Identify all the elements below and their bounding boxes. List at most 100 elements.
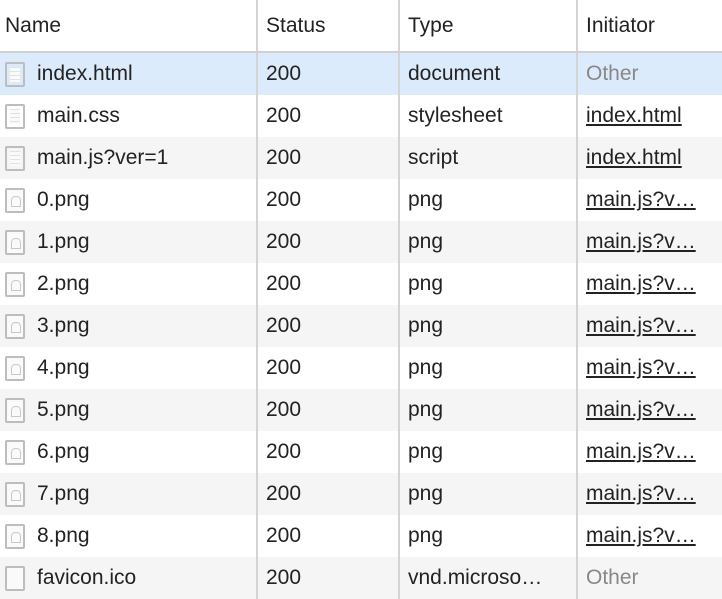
request-name: 7.png (37, 481, 90, 505)
initiator-text: Other (586, 566, 639, 589)
cell-status: 200 (256, 389, 399, 431)
request-name: 2.png (37, 271, 90, 295)
cell-status: 200 (256, 347, 399, 389)
cell-initiator: main.js?v… (576, 221, 722, 263)
cell-type: png (398, 263, 577, 305)
initiator-link[interactable]: main.js?v… (586, 482, 696, 505)
cell-initiator: main.js?v… (576, 263, 722, 305)
cell-type: stylesheet (398, 95, 577, 137)
cell-name: main.js?ver=1 (0, 137, 257, 179)
cell-type: png (398, 515, 577, 557)
cell-initiator: main.js?v… (576, 347, 722, 389)
cell-status: 200 (256, 221, 399, 263)
column-header-name[interactable]: Name (0, 0, 257, 53)
table-row[interactable]: 8.png 200 png main.js?v… (0, 515, 722, 557)
request-name: 8.png (37, 523, 90, 547)
initiator-link[interactable]: index.html (586, 104, 682, 127)
cell-initiator: main.js?v… (576, 305, 722, 347)
image-file-icon (5, 397, 25, 423)
request-name: 4.png (37, 355, 90, 379)
initiator-link[interactable]: main.js?v… (586, 272, 696, 295)
cell-type: png (398, 179, 577, 221)
cell-initiator: index.html (576, 95, 722, 137)
table-row[interactable]: 7.png 200 png main.js?v… (0, 473, 722, 515)
initiator-link[interactable]: main.js?v… (586, 440, 696, 463)
image-file-icon (5, 439, 25, 465)
cell-initiator: Other (576, 52, 722, 95)
request-name: 3.png (37, 313, 90, 337)
cell-type: document (398, 52, 577, 95)
table-row[interactable]: 2.png 200 png main.js?v… (0, 263, 722, 305)
request-name: main.css (37, 103, 120, 127)
cell-name: 0.png (0, 179, 257, 221)
cell-name: 8.png (0, 515, 257, 557)
cell-status: 200 (256, 473, 399, 515)
column-header-type[interactable]: Type (398, 0, 577, 53)
request-name: 5.png (37, 397, 90, 421)
document-file-icon (5, 103, 25, 129)
request-name: 6.png (37, 439, 90, 463)
image-file-icon (5, 271, 25, 297)
table-row[interactable]: 0.png 200 png main.js?v… (0, 179, 722, 221)
cell-status: 200 (256, 263, 399, 305)
initiator-link[interactable]: main.js?v… (586, 314, 696, 337)
cell-name: 3.png (0, 305, 257, 347)
cell-name: 4.png (0, 347, 257, 389)
initiator-link[interactable]: main.js?v… (586, 398, 696, 421)
cell-initiator: Other (576, 557, 722, 599)
cell-type: script (398, 137, 577, 179)
request-name: favicon.ico (37, 565, 137, 589)
cell-initiator: main.js?v… (576, 179, 722, 221)
initiator-text: Other (586, 62, 639, 85)
cell-name: favicon.ico (0, 557, 257, 599)
request-name: index.html (37, 61, 133, 85)
table-row[interactable]: 4.png 200 png main.js?v… (0, 347, 722, 389)
table-row[interactable]: 6.png 200 png main.js?v… (0, 431, 722, 473)
cell-type: png (398, 431, 577, 473)
column-header-status[interactable]: Status (256, 0, 399, 53)
table-row[interactable]: index.html 200 document Other (0, 52, 722, 95)
image-file-icon (5, 481, 25, 507)
cell-initiator: index.html (576, 137, 722, 179)
column-header-initiator[interactable]: Initiator (576, 0, 722, 53)
request-name: 1.png (37, 229, 90, 253)
cell-status: 200 (256, 95, 399, 137)
cell-type: png (398, 305, 577, 347)
document-file-icon (5, 61, 25, 87)
cell-status: 200 (256, 137, 399, 179)
initiator-link[interactable]: main.js?v… (586, 188, 696, 211)
cell-initiator: main.js?v… (576, 515, 722, 557)
image-file-icon (5, 187, 25, 213)
cell-name: 2.png (0, 263, 257, 305)
cell-type: png (398, 389, 577, 431)
table-row[interactable]: 3.png 200 png main.js?v… (0, 305, 722, 347)
cell-initiator: main.js?v… (576, 473, 722, 515)
initiator-link[interactable]: index.html (586, 146, 682, 169)
cell-status: 200 (256, 557, 399, 599)
cell-name: 6.png (0, 431, 257, 473)
initiator-link[interactable]: main.js?v… (586, 230, 696, 253)
request-name: main.js?ver=1 (37, 145, 169, 169)
cell-name: 1.png (0, 221, 257, 263)
initiator-link[interactable]: main.js?v… (586, 356, 696, 379)
cell-initiator: main.js?v… (576, 389, 722, 431)
image-file-icon (5, 523, 25, 549)
table-row[interactable]: 1.png 200 png main.js?v… (0, 221, 722, 263)
cell-type: vnd.microso… (398, 557, 577, 599)
cell-type: png (398, 473, 577, 515)
cell-type: png (398, 347, 577, 389)
cell-status: 200 (256, 431, 399, 473)
cell-type: png (398, 221, 577, 263)
request-name: 0.png (37, 187, 90, 211)
image-file-icon (5, 229, 25, 255)
image-file-icon (5, 355, 25, 381)
table-row[interactable]: main.css 200 stylesheet index.html (0, 95, 722, 137)
initiator-link[interactable]: main.js?v… (586, 524, 696, 547)
image-file-icon (5, 313, 25, 339)
cell-status: 200 (256, 179, 399, 221)
table-row[interactable]: main.js?ver=1 200 script index.html (0, 137, 722, 179)
table-row[interactable]: 5.png 200 png main.js?v… (0, 389, 722, 431)
table-header: Name Status Type Initiator (0, 0, 722, 53)
document-file-icon (5, 145, 25, 171)
table-row[interactable]: favicon.ico 200 vnd.microso… Other (0, 557, 722, 599)
